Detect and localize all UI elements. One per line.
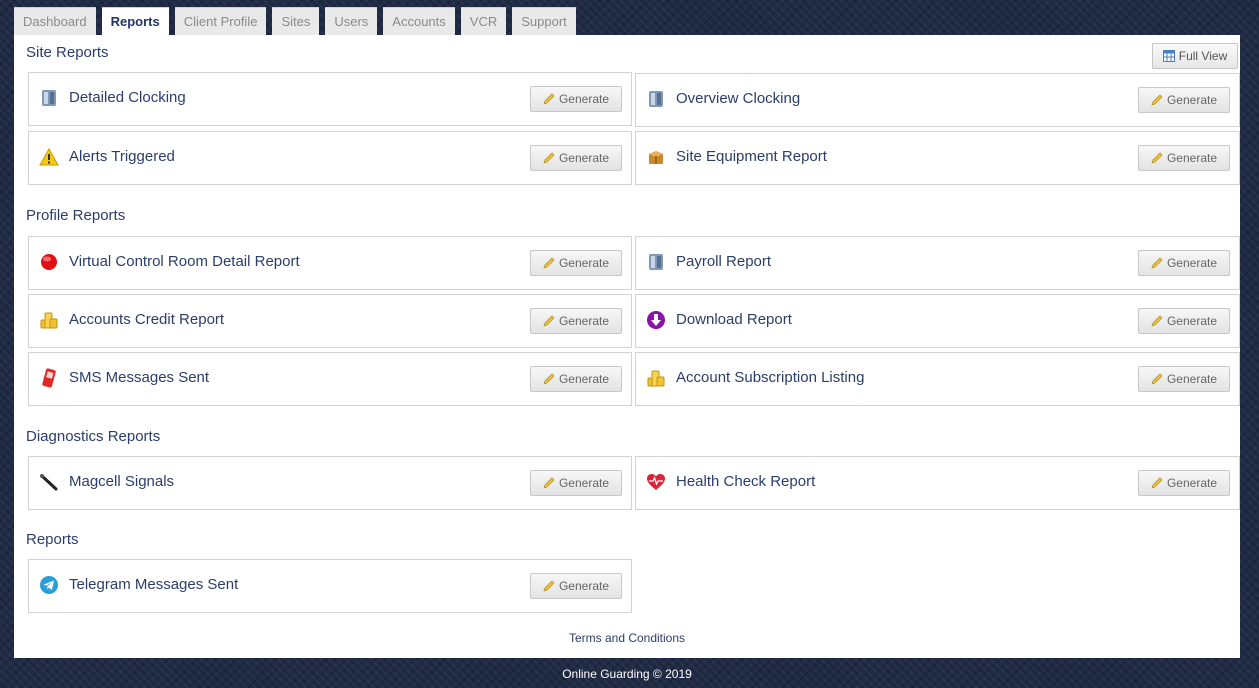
terms-link[interactable]: Terms and Conditions xyxy=(14,631,1240,645)
report-card-sms-sent: SMS Messages Sent Generate xyxy=(28,352,632,406)
generate-label: Generate xyxy=(558,92,610,106)
generate-label: Generate xyxy=(1166,476,1218,490)
generate-button[interactable]: Generate xyxy=(530,470,622,496)
generate-button[interactable]: Generate xyxy=(1138,308,1230,334)
pencil-icon xyxy=(1151,152,1163,164)
coins-icon xyxy=(40,312,58,329)
server-icon xyxy=(42,90,56,106)
report-label[interactable]: Accounts Credit Report xyxy=(69,311,224,328)
record-icon xyxy=(41,254,57,270)
heart-pulse-icon xyxy=(647,474,665,490)
generate-label: Generate xyxy=(558,314,610,328)
section-title-site-reports: Site Reports xyxy=(26,44,109,61)
report-card-magcell-signals: Magcell Signals Generate xyxy=(28,456,632,510)
server-icon xyxy=(649,91,663,107)
pencil-icon xyxy=(543,580,555,592)
tab-client-profile[interactable]: Client Profile xyxy=(174,7,267,35)
generate-button[interactable]: Generate xyxy=(530,250,622,276)
generate-button[interactable]: Generate xyxy=(1138,87,1230,113)
report-card-alerts-triggered: Alerts Triggered Generate xyxy=(28,131,632,185)
pencil-icon xyxy=(543,257,555,269)
generate-label: Generate xyxy=(1166,256,1218,270)
generate-label: Generate xyxy=(558,151,610,165)
tab-support[interactable]: Support xyxy=(512,7,576,35)
report-card-account-subscription: Account Subscription Listing Generate xyxy=(635,352,1240,406)
section-title-diagnostics-reports: Diagnostics Reports xyxy=(26,428,161,445)
tab-users[interactable]: Users xyxy=(325,7,378,35)
reports-panel: Full View Site Reports Detailed Clocking… xyxy=(14,35,1240,658)
generate-button[interactable]: Generate xyxy=(530,86,622,112)
report-label[interactable]: Download Report xyxy=(676,311,792,328)
generate-label: Generate xyxy=(558,476,610,490)
pencil-icon xyxy=(543,93,555,105)
generate-button[interactable]: Generate xyxy=(530,145,622,171)
generate-button[interactable]: Generate xyxy=(530,308,622,334)
pencil-icon xyxy=(1151,257,1163,269)
report-card-download: Download Report Generate xyxy=(635,294,1240,348)
report-card-health-check: Health Check Report Generate xyxy=(635,456,1240,510)
report-card-detailed-clocking: Detailed Clocking Generate xyxy=(28,72,632,126)
pencil-icon xyxy=(1151,315,1163,327)
report-label[interactable]: Alerts Triggered xyxy=(69,148,175,165)
generate-button[interactable]: Generate xyxy=(1138,145,1230,171)
tab-vcr[interactable]: VCR xyxy=(460,7,507,35)
generate-label: Generate xyxy=(1166,314,1218,328)
section-title-reports: Reports xyxy=(26,531,79,548)
server-icon xyxy=(649,254,663,270)
report-card-telegram-sent: Telegram Messages Sent Generate xyxy=(28,559,632,613)
phone-icon xyxy=(42,368,56,388)
generate-button[interactable]: Generate xyxy=(1138,470,1230,496)
generate-label: Generate xyxy=(558,579,610,593)
pencil-icon xyxy=(1151,94,1163,106)
report-card-site-equipment: Site Equipment Report Generate xyxy=(635,131,1240,185)
box-icon xyxy=(649,151,663,164)
generate-label: Generate xyxy=(558,256,610,270)
pencil-icon xyxy=(1151,373,1163,385)
footer-copyright: Online Guarding © 2019 xyxy=(562,667,692,681)
report-label[interactable]: Account Subscription Listing xyxy=(676,369,864,386)
report-label[interactable]: Site Equipment Report xyxy=(676,148,827,165)
footer: Online Guarding © 2019 xyxy=(14,660,1240,688)
section-title-profile-reports: Profile Reports xyxy=(26,207,126,224)
report-label[interactable]: Overview Clocking xyxy=(676,90,800,107)
tab-accounts[interactable]: Accounts xyxy=(383,7,455,35)
generate-label: Generate xyxy=(558,372,610,386)
tab-reports[interactable]: Reports xyxy=(101,7,169,35)
report-label[interactable]: Magcell Signals xyxy=(69,473,174,490)
generate-button[interactable]: Generate xyxy=(530,366,622,392)
pencil-icon xyxy=(543,477,555,489)
report-label[interactable]: Detailed Clocking xyxy=(69,89,186,106)
generate-label: Generate xyxy=(1166,93,1218,107)
report-card-payroll: Payroll Report Generate xyxy=(635,236,1240,290)
report-card-vcr-detail: Virtual Control Room Detail Report Gener… xyxy=(28,236,632,290)
pencil-icon xyxy=(543,373,555,385)
download-icon xyxy=(647,311,665,329)
antenna-icon xyxy=(40,474,58,491)
generate-button[interactable]: Generate xyxy=(1138,366,1230,392)
tab-sites[interactable]: Sites xyxy=(272,7,320,35)
generate-label: Generate xyxy=(1166,372,1218,386)
report-label[interactable]: Health Check Report xyxy=(676,473,815,490)
pencil-icon xyxy=(543,152,555,164)
report-card-accounts-credit: Accounts Credit Report Generate xyxy=(28,294,632,348)
full-view-button[interactable]: Full View xyxy=(1152,43,1238,69)
generate-button[interactable]: Generate xyxy=(1138,250,1230,276)
telegram-icon xyxy=(40,576,58,594)
report-label[interactable]: SMS Messages Sent xyxy=(69,369,209,386)
main-tabs: Dashboard Reports Client Profile Sites U… xyxy=(14,7,576,35)
full-view-label: Full View xyxy=(1178,49,1228,63)
warning-icon xyxy=(39,147,59,166)
generate-button[interactable]: Generate xyxy=(530,573,622,599)
generate-label: Generate xyxy=(1166,151,1218,165)
table-icon xyxy=(1162,50,1175,62)
pencil-icon xyxy=(1151,477,1163,489)
report-label[interactable]: Telegram Messages Sent xyxy=(69,576,238,593)
report-label[interactable]: Virtual Control Room Detail Report xyxy=(69,253,300,270)
tab-dashboard[interactable]: Dashboard xyxy=(14,7,96,35)
coins-icon xyxy=(647,370,665,387)
report-card-overview-clocking: Overview Clocking Generate xyxy=(635,73,1240,127)
report-label[interactable]: Payroll Report xyxy=(676,253,771,270)
pencil-icon xyxy=(543,315,555,327)
